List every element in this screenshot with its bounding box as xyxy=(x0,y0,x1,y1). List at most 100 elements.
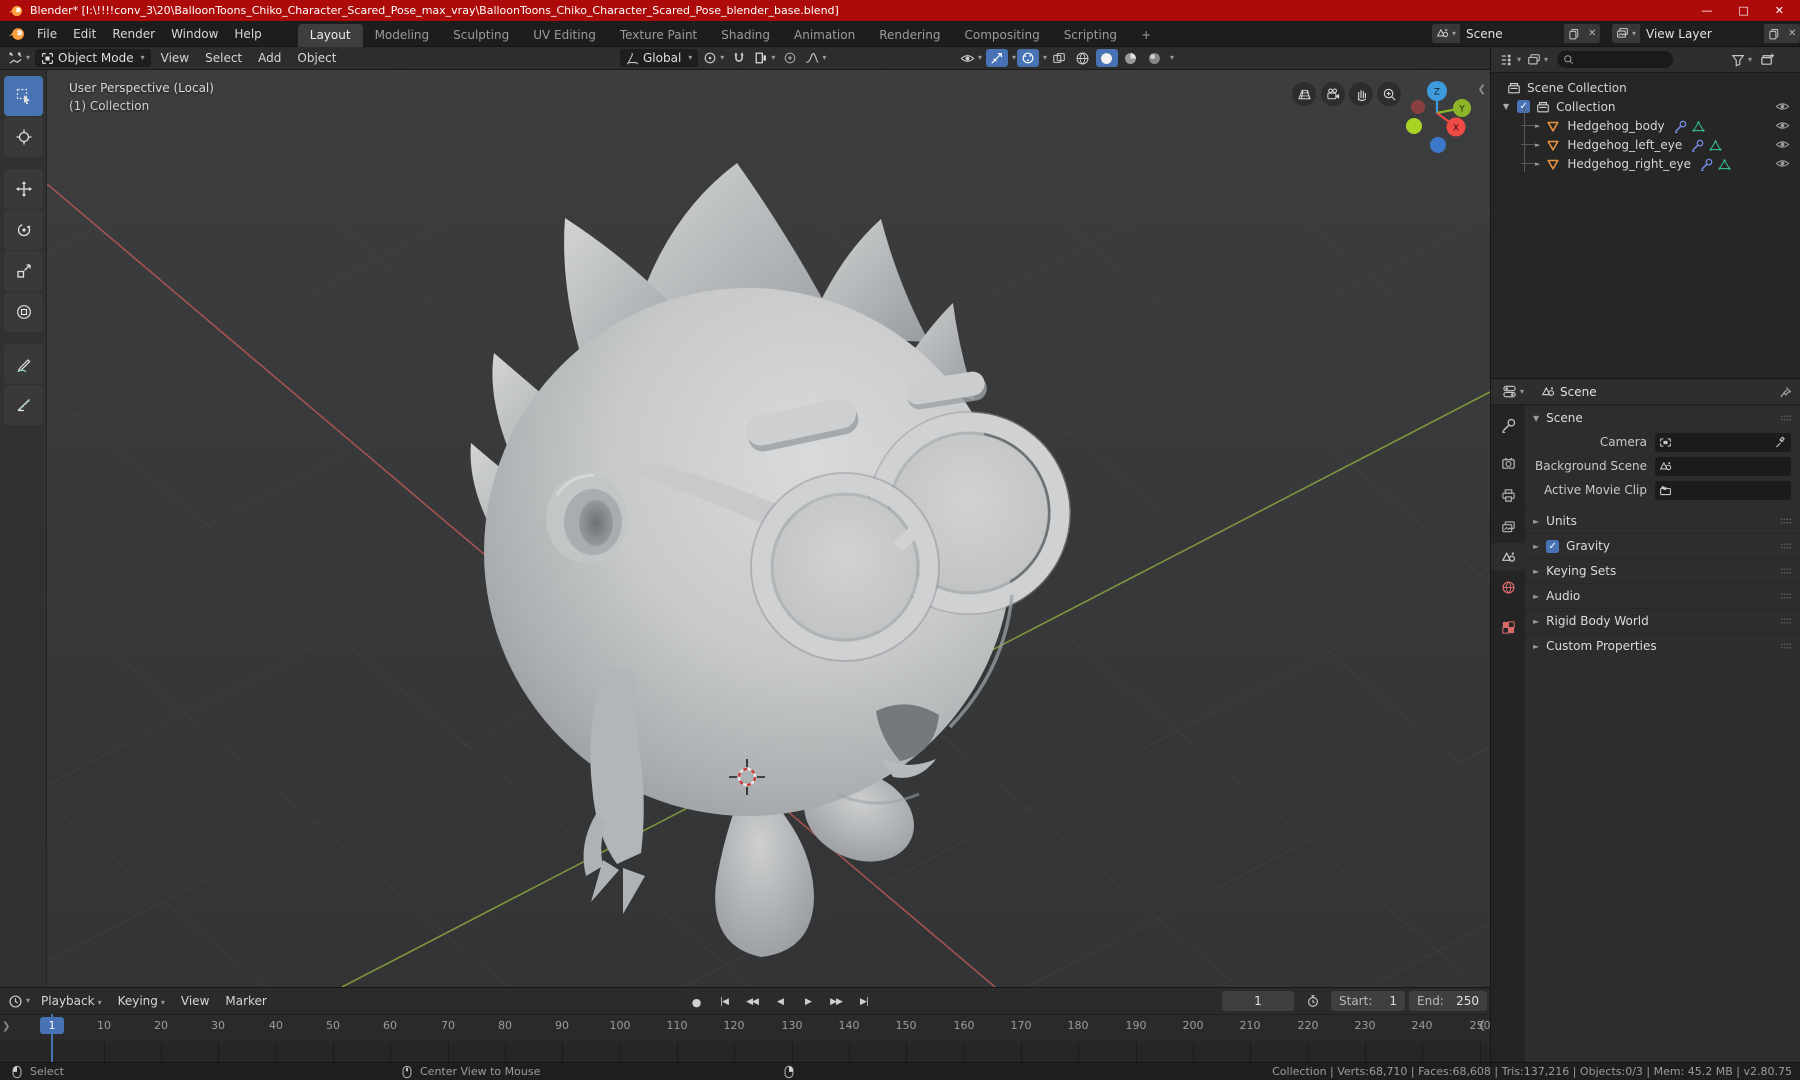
menu-render[interactable]: Render xyxy=(104,27,163,41)
workspace-tab-animation[interactable]: Animation xyxy=(782,24,867,47)
workspace-tab-scripting[interactable]: Scripting xyxy=(1052,24,1129,47)
falloff-dropdown[interactable]: ▾ xyxy=(803,49,828,67)
close-button[interactable]: ✕ xyxy=(1775,4,1784,17)
viewport-menu-select[interactable]: Select xyxy=(197,51,250,65)
timeline-track[interactable] xyxy=(0,1041,1490,1063)
pin-button[interactable] xyxy=(1779,385,1792,399)
viewport-3d[interactable]: User Perspective (Local) (1) Collection … xyxy=(47,70,1490,987)
view-layer-browse-button[interactable]: ▾ xyxy=(1612,24,1641,43)
object-expand-icon[interactable]: ► xyxy=(1535,160,1540,168)
mode-dropdown[interactable]: Object Mode ▾ xyxy=(35,49,151,67)
timeline-collapse-arrow[interactable]: ❮ xyxy=(1478,1020,1486,1031)
hide-collection-toggle[interactable] xyxy=(1775,99,1790,114)
hide-object-toggle[interactable] xyxy=(1775,156,1790,171)
hide-object-toggle[interactable] xyxy=(1775,137,1790,152)
panel-header-audio[interactable]: ► Audio xyxy=(1525,583,1800,608)
outliner-search-input[interactable] xyxy=(1578,52,1663,67)
blender-menu-icon[interactable] xyxy=(8,25,25,42)
panel-header-gravity[interactable]: ► ✓ Gravity xyxy=(1525,533,1800,558)
tool-scale[interactable] xyxy=(4,251,43,291)
hide-object-toggle[interactable] xyxy=(1775,118,1790,133)
outliner-search[interactable] xyxy=(1557,51,1674,68)
camera-view-button[interactable] xyxy=(1321,82,1345,106)
properties-tab-render[interactable] xyxy=(1491,449,1525,477)
properties-tab-view-layer[interactable] xyxy=(1491,513,1525,541)
properties-tab-texture[interactable] xyxy=(1491,613,1525,641)
timeline-menu-marker[interactable]: Marker xyxy=(217,994,274,1008)
panel-header-rigid-body-world[interactable]: ► Rigid Body World xyxy=(1525,608,1800,633)
workspace-tab-uv-editing[interactable]: UV Editing xyxy=(521,24,608,47)
frame-end-field[interactable]: End: 250 xyxy=(1409,991,1487,1011)
workspace-tab-shading[interactable]: Shading xyxy=(709,24,782,47)
property-field-camera[interactable] xyxy=(1655,432,1791,452)
minimize-button[interactable]: — xyxy=(1701,4,1712,17)
unlink-scene-button[interactable]: ✕ xyxy=(1584,24,1601,43)
workspace-tab-texture-paint[interactable]: Texture Paint xyxy=(608,24,709,47)
region-collapse-arrow[interactable]: ❮ xyxy=(1478,84,1486,95)
properties-tab-output[interactable] xyxy=(1491,481,1525,509)
menu-help[interactable]: Help xyxy=(226,27,269,41)
properties-tab-world[interactable] xyxy=(1491,573,1525,601)
object-expand-icon[interactable]: ► xyxy=(1535,141,1540,149)
expand-arrow-icon[interactable]: ▼ xyxy=(1503,102,1509,111)
menu-edit[interactable]: Edit xyxy=(65,27,104,41)
viewport-menu-add[interactable]: Add xyxy=(250,51,289,65)
editor-type-button[interactable]: ▾ xyxy=(6,49,32,67)
use-preview-range-button[interactable] xyxy=(1302,992,1324,1010)
previous-keyframe-button[interactable]: ◀◀ xyxy=(741,993,763,1011)
viewport-menu-view[interactable]: View xyxy=(153,51,197,65)
orientation-dropdown[interactable]: Global ▾ xyxy=(620,49,699,67)
outliner-row-object[interactable]: ► Hedgehog_body xyxy=(1491,116,1800,135)
shading-rendered-button[interactable] xyxy=(1144,49,1166,67)
gizmo-neg-y[interactable] xyxy=(1406,118,1422,134)
viewport-canvas[interactable] xyxy=(47,70,1490,987)
tool-transform[interactable] xyxy=(4,292,43,332)
copy-scene-button[interactable] xyxy=(1564,24,1585,43)
outliner-filter-button[interactable]: ▾ xyxy=(1729,51,1754,69)
overlays-toggle[interactable] xyxy=(1016,49,1039,67)
snap-settings-button[interactable]: ▾ xyxy=(752,49,777,67)
timeline-expand-arrow[interactable]: ❯ xyxy=(2,1021,10,1032)
panel-header-units[interactable]: ► Units xyxy=(1525,508,1800,533)
panel-header-keying-sets[interactable]: ► Keying Sets xyxy=(1525,558,1800,583)
outliner-filter-type-button[interactable]: ▾ xyxy=(1525,51,1550,69)
remove-view-layer-button[interactable]: ✕ xyxy=(1784,24,1800,43)
properties-tab-tool[interactable] xyxy=(1491,411,1525,439)
shading-solid-button[interactable] xyxy=(1095,49,1118,67)
timeline-ruler[interactable]: ❯ 11020304050607080901001101201301401501… xyxy=(0,1014,1491,1041)
proportional-editing-button[interactable] xyxy=(779,49,801,67)
outliner-row-object[interactable]: ► Hedgehog_left_eye xyxy=(1491,135,1800,154)
view-layer-name[interactable]: View Layer xyxy=(1640,24,1765,43)
xray-toggle[interactable] xyxy=(1048,49,1070,67)
new-collection-button[interactable] xyxy=(1756,51,1778,69)
gizmo-neg-x[interactable] xyxy=(1411,100,1425,114)
panel-header-scene[interactable]: ▼ Scene xyxy=(1525,405,1800,430)
property-field-background-scene[interactable] xyxy=(1655,456,1791,476)
properties-editor-type-button[interactable]: ▾ xyxy=(1500,383,1526,401)
gravity-checkbox[interactable]: ✓ xyxy=(1546,539,1560,553)
tool-select-box[interactable] xyxy=(4,76,43,116)
navigation-gizmo[interactable]: Z Y X xyxy=(1387,70,1490,180)
add-workspace-button[interactable]: + xyxy=(1129,24,1163,47)
scene-name[interactable]: Scene xyxy=(1460,24,1565,43)
gizmo-neg-z[interactable] xyxy=(1430,137,1446,153)
maximize-button[interactable]: □ xyxy=(1738,4,1748,17)
object-visibility-dropdown[interactable]: ▾ xyxy=(958,49,984,67)
copy-view-layer-button[interactable] xyxy=(1764,24,1785,43)
workspace-tab-compositing[interactable]: Compositing xyxy=(952,24,1051,47)
tool-annotate[interactable] xyxy=(4,344,43,384)
shading-material-button[interactable] xyxy=(1120,49,1142,67)
view-layer-selector[interactable]: ▾ View Layer ✕ xyxy=(1612,24,1800,43)
tool-move[interactable] xyxy=(4,169,43,209)
current-frame-badge[interactable]: 1 xyxy=(40,1017,64,1034)
pan-view-button[interactable] xyxy=(1349,82,1373,106)
workspace-tab-sculpting[interactable]: Sculpting xyxy=(441,24,521,47)
play-reverse-button[interactable]: ◀ xyxy=(769,993,791,1011)
scene-selector[interactable]: ▾ Scene ✕ xyxy=(1432,24,1601,43)
timeline-menu-view[interactable]: View xyxy=(173,994,217,1008)
frame-start-field[interactable]: Start: 1 xyxy=(1331,991,1405,1011)
timeline-menu-playback[interactable]: Playback ▾ xyxy=(33,994,110,1008)
perspective-toggle-button[interactable] xyxy=(1292,82,1316,106)
outliner-row-object[interactable]: ► Hedgehog_right_eye xyxy=(1491,154,1800,173)
current-frame-field[interactable]: 1 xyxy=(1222,991,1294,1011)
